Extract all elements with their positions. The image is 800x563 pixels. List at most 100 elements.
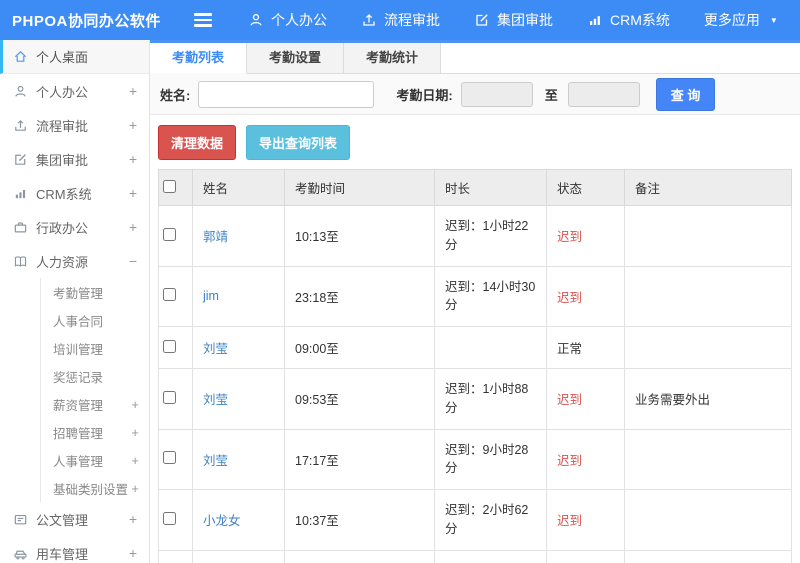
expand-icon[interactable]: + [131, 454, 139, 467]
row-time: 23:18至 [284, 265, 435, 327]
sidebar-item[interactable]: 集团审批 + [0, 142, 149, 176]
row-checkbox[interactable] [163, 390, 176, 404]
name-filter-input[interactable] [198, 80, 375, 108]
expand-icon[interactable]: + [129, 512, 137, 526]
row-name-cell: 小龙女 [192, 489, 285, 551]
sidebar-item-label: 人力资源 [36, 254, 89, 270]
sidebar-item[interactable]: 个人办公 + [0, 74, 149, 108]
expand-icon[interactable]: + [129, 546, 137, 560]
collapse-icon[interactable]: − [129, 254, 137, 268]
expand-icon[interactable]: + [131, 398, 139, 411]
sidebar-subitem[interactable]: 招聘管理 + [41, 418, 149, 446]
row-duration: 迟到：14小时30分 [434, 265, 547, 327]
row-note [624, 428, 792, 490]
select-all-cell [158, 169, 193, 206]
sidebar-subitem-label: 考勤管理 [53, 286, 104, 301]
row-select-cell [158, 489, 193, 551]
row-checkbox[interactable] [163, 288, 176, 302]
row-checkbox[interactable] [163, 227, 176, 241]
sidebar-item-label: 公文管理 [36, 512, 89, 528]
sidebar-subitem[interactable]: 人事合同 [41, 306, 149, 334]
expand-icon[interactable]: + [129, 186, 137, 200]
row-checkbox[interactable] [163, 451, 176, 465]
topbar-nav-item[interactable]: 更多应用 ▼ [704, 10, 778, 30]
sidebar-item[interactable]: 个人桌面 [0, 40, 149, 74]
row-checkbox[interactable] [163, 339, 176, 353]
sidebar-item-label: 流程审批 [36, 118, 89, 134]
expand-icon[interactable]: + [129, 118, 137, 132]
topbar-nav-item[interactable]: 集团审批 [474, 10, 553, 30]
row-late-duration: 迟到：1小时22分 [445, 219, 529, 252]
select-all-checkbox[interactable] [163, 179, 176, 193]
sidebar-subitem[interactable]: 培训管理 [41, 334, 149, 362]
expand-icon[interactable]: + [129, 152, 137, 166]
sidebar-subitem-label: 人事合同 [53, 314, 104, 329]
sidebar-item[interactable]: 用车管理 + [0, 536, 149, 563]
table-row: 管理员10:54至10:54迟到：2小时90分早退：7小时10分迟到/早退111… [158, 549, 792, 563]
book-icon [13, 254, 28, 269]
topbar-nav-item[interactable]: CRM系统 [587, 10, 670, 30]
expand-icon[interactable]: + [129, 84, 137, 98]
topbar: PHPOA协同办公软件 个人办公 流程审批 集团审批 CRM系统 更多应用 ▼ [0, 0, 800, 40]
expand-icon[interactable]: + [131, 426, 139, 439]
expand-icon[interactable]: + [129, 220, 137, 234]
sidebar-item[interactable]: 人力资源 − [0, 244, 149, 278]
attendance-table: 姓名 考勤时间 时长 状态 备注 郭靖 10:13至 迟到：1小时22分 迟到 jim 23:18… [158, 169, 792, 563]
person-icon [13, 84, 28, 99]
row-note [624, 205, 792, 267]
row-note [624, 326, 792, 369]
table-row: 刘莹 17:17至 迟到：9小时28分 迟到 [158, 428, 792, 490]
expand-icon[interactable]: + [131, 482, 139, 495]
tab[interactable]: 考勤统计 [344, 43, 442, 73]
row-name-link[interactable]: jim [203, 289, 219, 303]
sidebar-subitem[interactable]: 基础类别设置 + [41, 474, 149, 502]
row-name-link[interactable]: 刘莹 [203, 454, 228, 468]
table-row: jim 23:18至 迟到：14小时30分 迟到 [158, 265, 792, 327]
column-header: 状态 [546, 169, 625, 206]
edit-square-icon [474, 12, 490, 28]
topbar-nav-item[interactable]: 个人办公 [248, 10, 327, 30]
row-late-duration: 迟到：2小时62分 [445, 503, 529, 536]
row-name-link[interactable]: 郭靖 [203, 230, 228, 244]
date-from-input[interactable] [460, 81, 533, 107]
row-note: 1111 [624, 549, 792, 563]
sidebar-item[interactable]: CRM系统 + [0, 176, 149, 210]
topbar-nav-label: 集团审批 [497, 12, 553, 28]
tab[interactable]: 考勤设置 [247, 43, 345, 73]
row-select-cell [158, 205, 193, 267]
export-list-button[interactable]: 导出查询列表 [246, 125, 351, 160]
row-name-link[interactable]: 小龙女 [203, 514, 241, 528]
bar-chart-icon [13, 186, 28, 201]
row-name-link[interactable]: 刘莹 [203, 393, 228, 407]
row-time: 17:17至 [284, 428, 435, 490]
sidebar-subitem[interactable]: 人事管理 + [41, 446, 149, 474]
topbar-nav-item[interactable]: 流程审批 [361, 10, 440, 30]
sidebar-subitem[interactable]: 考勤管理 [41, 278, 149, 306]
row-name-link[interactable]: 刘莹 [203, 342, 228, 356]
row-status: 迟到 [546, 428, 625, 490]
topbar-nav-label: 个人办公 [271, 12, 327, 28]
date-to-input[interactable] [567, 81, 640, 107]
sidebar-item[interactable]: 行政办公 + [0, 210, 149, 244]
person-icon [248, 12, 264, 28]
menu-toggle-icon[interactable] [194, 13, 212, 27]
sidebar-subitem[interactable]: 薪资管理 + [41, 390, 149, 418]
sidebar-item[interactable]: 流程审批 + [0, 108, 149, 142]
sidebar-subitem[interactable]: 奖惩记录 [41, 362, 149, 390]
query-button[interactable]: 查 询 [655, 77, 716, 111]
table-row: 刘莹 09:00至 正常 [158, 326, 792, 369]
table-header-row: 姓名 考勤时间 时长 状态 备注 [158, 169, 792, 206]
row-name-cell: 管理员 [192, 549, 285, 563]
row-duration [434, 326, 547, 369]
sidebar-subitem-label: 薪资管理 [53, 398, 104, 413]
table-row: 小龙女 10:37至 迟到：2小时62分 迟到 [158, 489, 792, 551]
table-row: 刘莹 09:53至 迟到：1小时88分 迟到 业务需要外出 [158, 368, 792, 430]
row-duration: 迟到：2小时90分早退：7小时10分 [434, 549, 547, 563]
sidebar-item[interactable]: 公文管理 + [0, 502, 149, 536]
tab[interactable]: 考勤列表 [150, 43, 248, 74]
row-name-cell: 郭靖 [192, 205, 285, 267]
clean-data-button[interactable]: 清理数据 [158, 125, 237, 160]
main-content: 考勤列表 考勤设置 考勤统计 姓名: 考勤日期: 至 查 询 清理数据 导出查询列表… [150, 40, 800, 563]
row-checkbox[interactable] [163, 511, 176, 525]
app-logo: PHPOA协同办公软件 [12, 12, 161, 30]
